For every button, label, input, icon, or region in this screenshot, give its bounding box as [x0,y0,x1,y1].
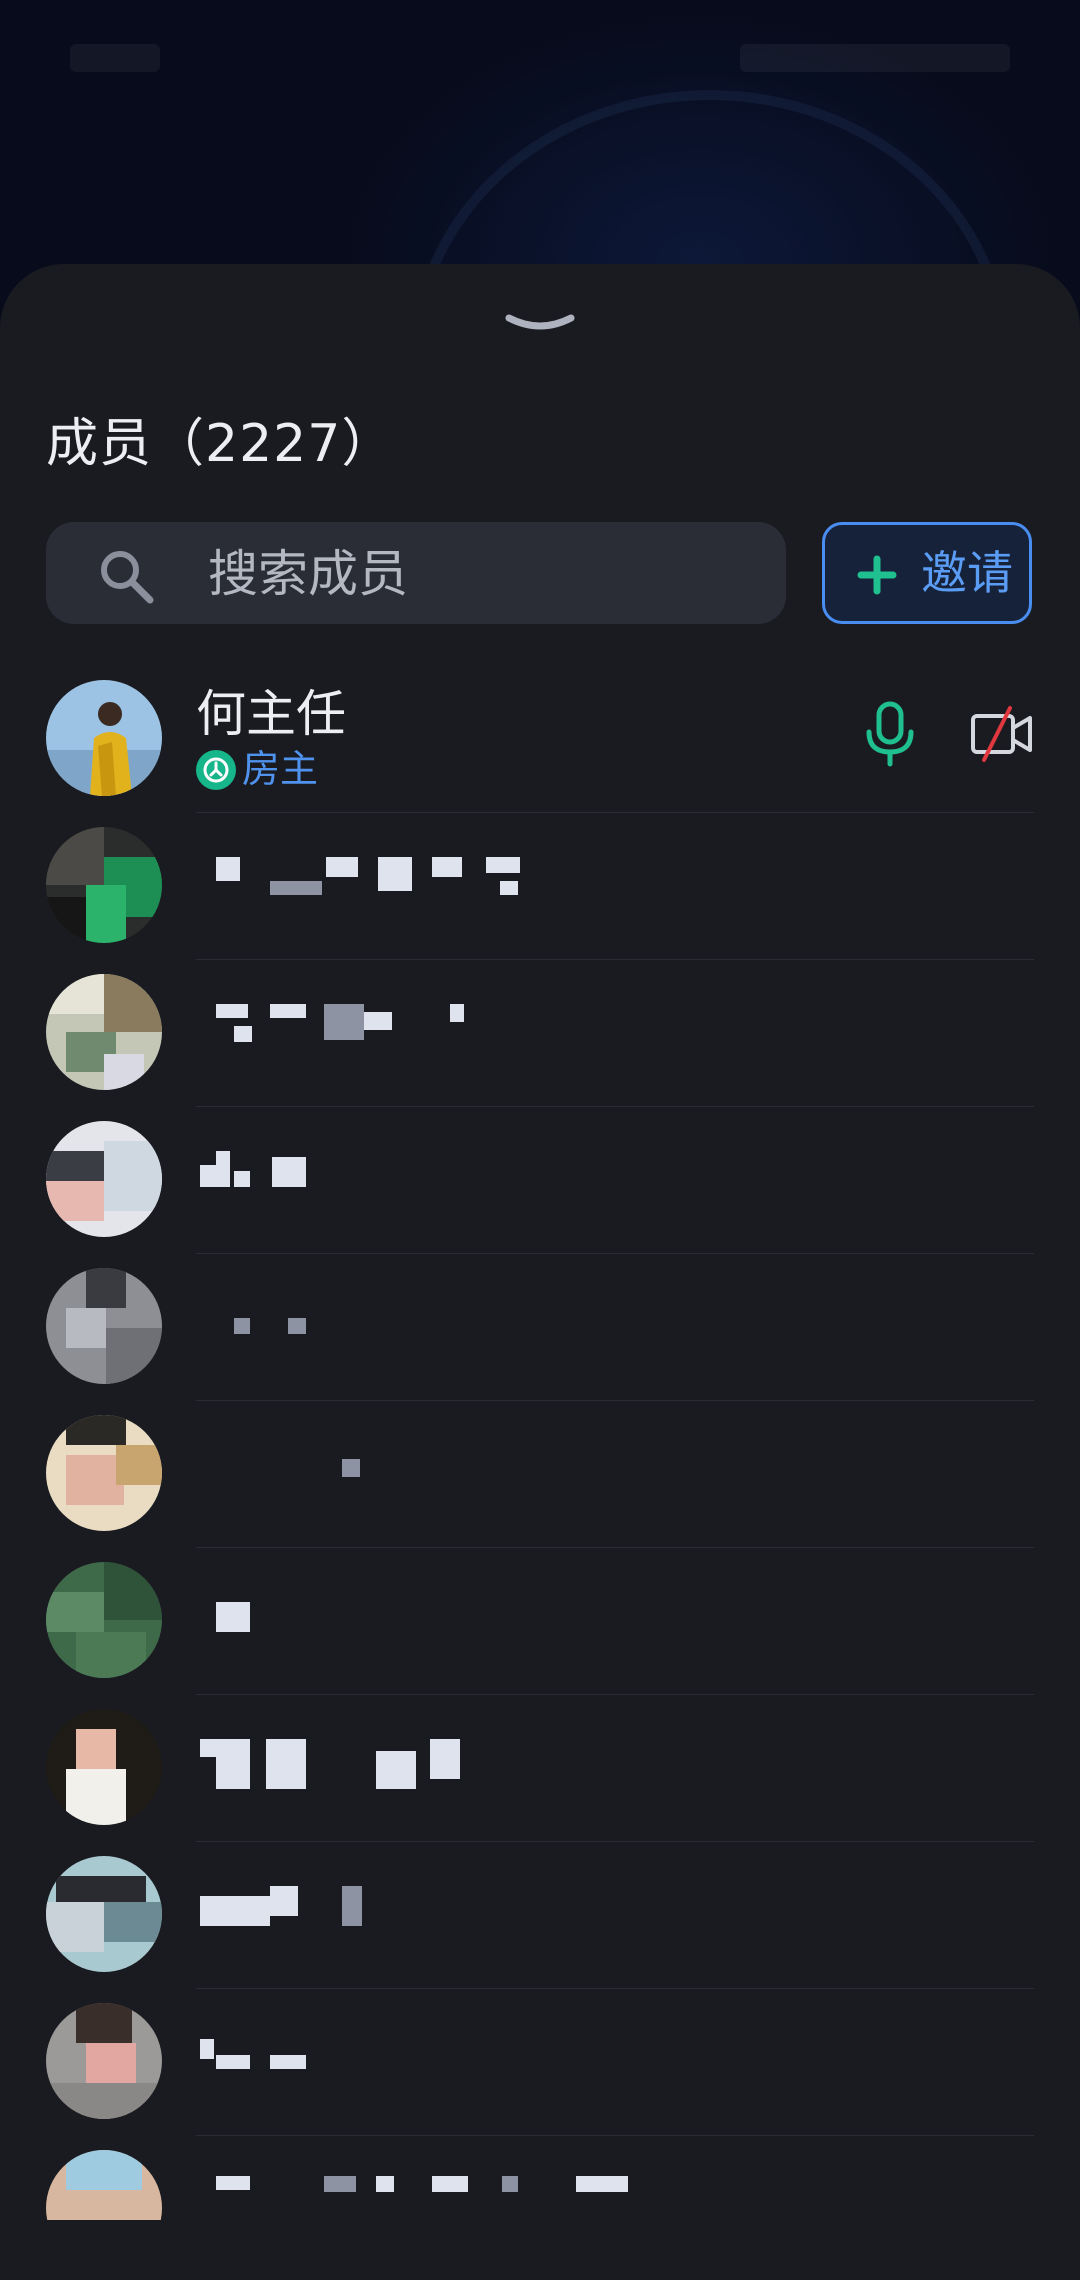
avatar[interactable] [46,1709,162,1825]
avatar[interactable] [46,827,162,943]
avatar[interactable] [46,1415,162,1531]
list-item[interactable]: 何主任 房主 [0,666,1080,813]
status-bar [0,0,1080,120]
search-input[interactable] [206,522,770,626]
status-time [70,44,160,72]
list-item[interactable] [0,1842,1080,1989]
list-item[interactable] [0,1107,1080,1254]
list-item[interactable] [0,1989,1080,2136]
search-icon [101,551,154,604]
member-name: 何主任 [196,685,346,743]
avatar[interactable] [46,1856,162,1972]
list-item[interactable] [0,960,1080,1107]
microphone-icon[interactable] [860,700,920,768]
status-icons [740,44,1010,72]
plus-icon [857,555,897,595]
avatar[interactable] [46,2003,162,2119]
avatar[interactable] [46,1268,162,1384]
bottom-edge [0,2220,1080,2280]
avatar[interactable] [46,1562,162,1678]
search-bar[interactable] [46,522,786,626]
avatar[interactable] [46,680,162,796]
avatar[interactable] [46,1121,162,1237]
host-badge-icon [196,750,236,790]
camera-off-icon[interactable] [970,704,1034,764]
host-role-label: 房主 [242,747,319,791]
list-item[interactable] [0,1548,1080,1695]
invite-button[interactable]: 邀请 [822,522,1032,624]
invite-label: 邀请 [921,546,1013,600]
list-item[interactable] [0,1401,1080,1548]
avatar[interactable] [46,974,162,1090]
page-title: 成员（2227） [46,414,395,474]
chevron-down-icon[interactable] [505,314,575,334]
list-item[interactable] [0,1695,1080,1842]
list-item[interactable] [0,813,1080,960]
list-item[interactable] [0,1254,1080,1401]
members-sheet: 成员（2227） 邀请 何主任 [0,264,1080,2280]
